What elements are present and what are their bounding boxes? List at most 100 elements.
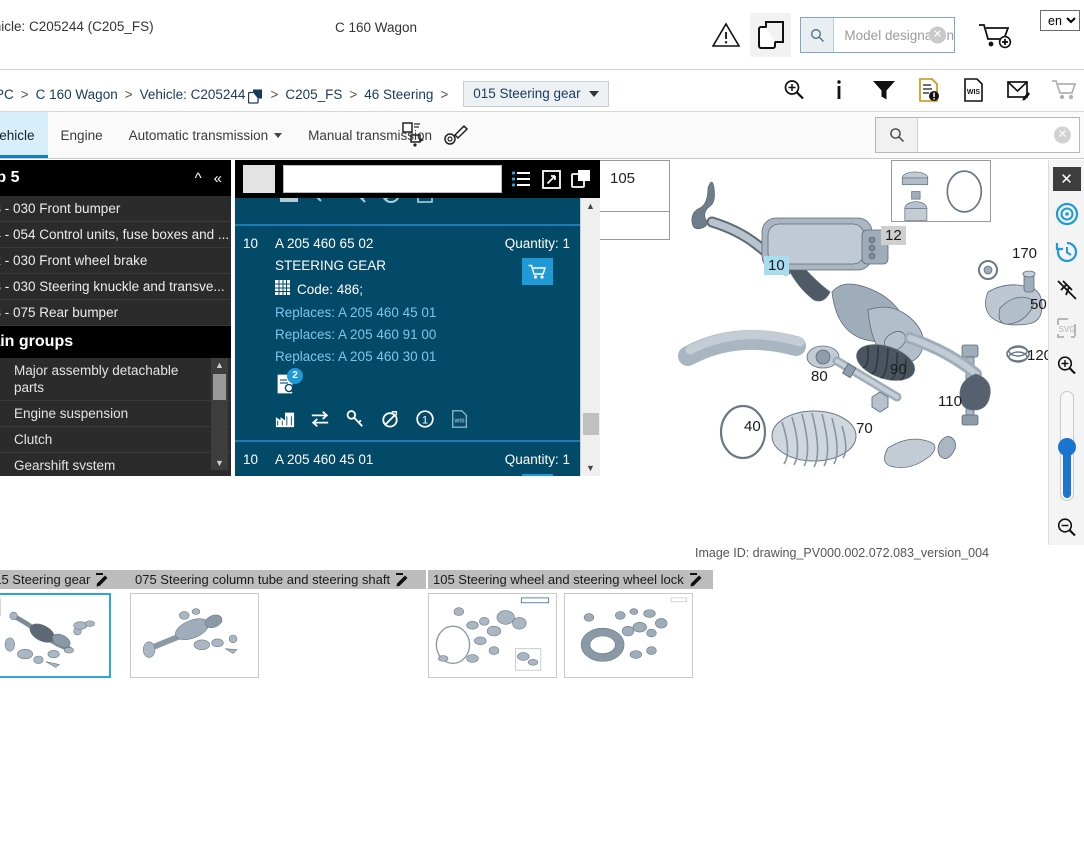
zoom-slider[interactable] bbox=[1057, 391, 1076, 501]
target-focus-icon[interactable] bbox=[1049, 195, 1084, 233]
part-search-box[interactable]: ✕ bbox=[875, 117, 1080, 153]
info-icon[interactable] bbox=[825, 76, 853, 104]
callout-170[interactable]: 170 bbox=[1012, 245, 1037, 262]
factory-icon[interactable] bbox=[275, 409, 295, 431]
edit-pencil-icon[interactable] bbox=[96, 572, 110, 587]
callout-90[interactable]: 90 bbox=[890, 361, 907, 378]
callout-70[interactable]: 70 bbox=[856, 420, 873, 437]
scroll-up-arrow-icon[interactable]: ▲ bbox=[211, 358, 228, 372]
model-search-box[interactable]: Model designation ✕ bbox=[800, 17, 955, 53]
breadcrumb-active-dropdown[interactable]: 015 Steering gear bbox=[463, 81, 609, 107]
tab-automatic-transmission[interactable]: Automatic transmission bbox=[116, 112, 296, 158]
cart-icon[interactable] bbox=[1050, 76, 1078, 104]
part-replaces-0[interactable]: Replaces: A 205 460 45 01 bbox=[275, 305, 470, 320]
part-row-0[interactable]: 10 A 205 460 65 02 STEERING GEAR Code: 4… bbox=[235, 226, 580, 442]
breadcrumb-item-model[interactable]: C 160 Wagon bbox=[36, 87, 118, 102]
main-groups-scrollbar[interactable]: ▲ ▼ bbox=[211, 358, 228, 470]
circled-one-icon[interactable]: 1 bbox=[415, 409, 435, 431]
callout-50[interactable]: 50 bbox=[1030, 296, 1047, 313]
parts-diagram[interactable]: 105 10 12 170 50 120 80 90 110 70 40 bbox=[600, 160, 1084, 540]
scroll-down-arrow-icon[interactable]: ▼ bbox=[211, 456, 228, 470]
top5-item-4[interactable]: 88 - 075 Rear bumper bbox=[0, 300, 231, 326]
main-group-item-04[interactable]: 04 Engine suspension bbox=[0, 401, 231, 427]
document-count-badge: 2 bbox=[287, 368, 303, 384]
edit-pencil-icon[interactable] bbox=[689, 572, 704, 587]
language-select[interactable]: en bbox=[1040, 10, 1080, 31]
zoom-in-icon[interactable] bbox=[1049, 347, 1084, 385]
callout-80[interactable]: 80 bbox=[811, 368, 828, 385]
thumbnail-steering-wheel[interactable] bbox=[564, 593, 693, 678]
breadcrumb-item-vehicle[interactable]: Vehicle: C205244 bbox=[140, 87, 246, 102]
warning-triangle-icon[interactable] bbox=[711, 22, 741, 48]
chevron-up-icon[interactable]: ^ bbox=[195, 171, 202, 186]
thumb-group-075: 075 Steering column tube and steering sh… bbox=[130, 570, 426, 678]
part-name: STEERING GEAR bbox=[275, 474, 470, 476]
main-group-number: 06 bbox=[0, 457, 14, 470]
no-reman-icon[interactable] bbox=[380, 409, 400, 431]
breadcrumb-item-epc[interactable]: EPC bbox=[0, 87, 14, 102]
cart-add-icon[interactable] bbox=[978, 22, 1014, 50]
main-group-item-05[interactable]: 05 Clutch bbox=[0, 427, 231, 453]
scroll-down-arrow-icon[interactable]: ▼ bbox=[581, 460, 600, 476]
breadcrumb-separator: > bbox=[124, 86, 133, 102]
thumbnail-steering-gear[interactable] bbox=[0, 593, 111, 678]
svg-export-icon[interactable]: SVG bbox=[1049, 309, 1084, 347]
edit-pencil-icon[interactable] bbox=[396, 572, 410, 587]
reset-history-icon[interactable] bbox=[1049, 233, 1084, 271]
callout-12[interactable]: 12 bbox=[881, 226, 906, 245]
scrollbar-thumb[interactable] bbox=[583, 413, 599, 435]
thumb-group-caption[interactable]: 015 Steering gear bbox=[0, 570, 130, 589]
document-search-icon[interactable]: 2 bbox=[275, 368, 303, 397]
thumb-group-caption[interactable]: 075 Steering column tube and steering sh… bbox=[130, 570, 426, 589]
part-replaces-2[interactable]: Replaces: A 205 460 30 01 bbox=[275, 349, 470, 364]
part-row-1[interactable]: 10 A 205 460 45 01 STEERING GEAR Quantit… bbox=[235, 442, 580, 476]
wis-document-icon[interactable]: WIS bbox=[960, 76, 988, 104]
exchange-arrows-icon[interactable] bbox=[310, 409, 330, 431]
thumbnail-steering-column[interactable] bbox=[130, 593, 259, 678]
key-icon[interactable] bbox=[345, 409, 365, 431]
part-replaces-1[interactable]: Replaces: A 205 460 91 00 bbox=[275, 327, 470, 342]
copy-documents-icon[interactable] bbox=[750, 13, 791, 57]
mail-edit-icon[interactable] bbox=[1005, 76, 1033, 104]
top5-item-3[interactable]: 33 - 030 Steering knuckle and transve... bbox=[0, 274, 231, 300]
double-chevron-left-icon[interactable]: « bbox=[214, 171, 222, 186]
part-search-clear-button[interactable]: ✕ bbox=[1054, 126, 1071, 144]
scroll-up-arrow-icon[interactable]: ▲ bbox=[581, 198, 600, 214]
tab-vehicle[interactable]: Vehicle bbox=[0, 112, 48, 158]
main-group-item-06[interactable]: 06 Gearshift system bbox=[0, 453, 231, 470]
scrollbar-thumb[interactable] bbox=[213, 374, 226, 400]
zoom-slider-knob[interactable] bbox=[1057, 438, 1076, 456]
list-view-icon[interactable] bbox=[510, 168, 532, 190]
new-window-icon[interactable] bbox=[570, 168, 592, 190]
paint-code-icon[interactable] bbox=[400, 121, 428, 149]
close-icon[interactable]: ✕ bbox=[1052, 167, 1081, 191]
callout-40[interactable]: 40 bbox=[744, 418, 761, 435]
document-alert-icon[interactable] bbox=[915, 76, 943, 104]
thumb-group-caption[interactable]: 105 Steering wheel and steering wheel lo… bbox=[428, 570, 713, 589]
expand-icon[interactable] bbox=[540, 168, 562, 190]
parts-list-scrollbar[interactable]: ▲ ▼ bbox=[580, 198, 600, 476]
duplicate-icon[interactable] bbox=[248, 89, 263, 104]
parts-panel-filter-input[interactable] bbox=[283, 165, 502, 193]
zoom-in-icon[interactable] bbox=[780, 76, 808, 104]
add-to-cart-button[interactable] bbox=[522, 258, 553, 285]
main-group-item-01[interactable]: 01 Major assembly detachable parts bbox=[0, 358, 231, 401]
upholstery-code-icon[interactable] bbox=[442, 121, 470, 149]
breadcrumb-item-group[interactable]: 46 Steering bbox=[364, 87, 433, 102]
top5-item-1[interactable]: 54 - 054 Control units, fuse boxes and .… bbox=[0, 222, 231, 248]
top5-item-2[interactable]: 42 - 030 Front wheel brake bbox=[0, 248, 231, 274]
filter-icon[interactable] bbox=[870, 76, 898, 104]
parts-panel-menu-button[interactable] bbox=[243, 165, 275, 193]
main-group-label: Major assembly detachable parts bbox=[14, 363, 179, 395]
callout-110[interactable]: 110 bbox=[938, 393, 962, 410]
thumbnail-steering-wheel-parts[interactable] bbox=[428, 593, 557, 678]
wis-document-icon[interactable]: WIS bbox=[450, 409, 470, 431]
zoom-out-icon[interactable] bbox=[1049, 509, 1084, 547]
unpin-icon[interactable] bbox=[1049, 271, 1084, 309]
top5-item-0[interactable]: 88 - 030 Front bumper bbox=[0, 196, 231, 222]
breadcrumb-item-series[interactable]: C205_FS bbox=[285, 87, 342, 102]
tab-engine[interactable]: Engine bbox=[48, 112, 116, 158]
add-to-cart-button[interactable] bbox=[522, 474, 553, 476]
model-search-clear-button[interactable]: ✕ bbox=[929, 26, 946, 44]
callout-10[interactable]: 10 bbox=[764, 256, 789, 275]
